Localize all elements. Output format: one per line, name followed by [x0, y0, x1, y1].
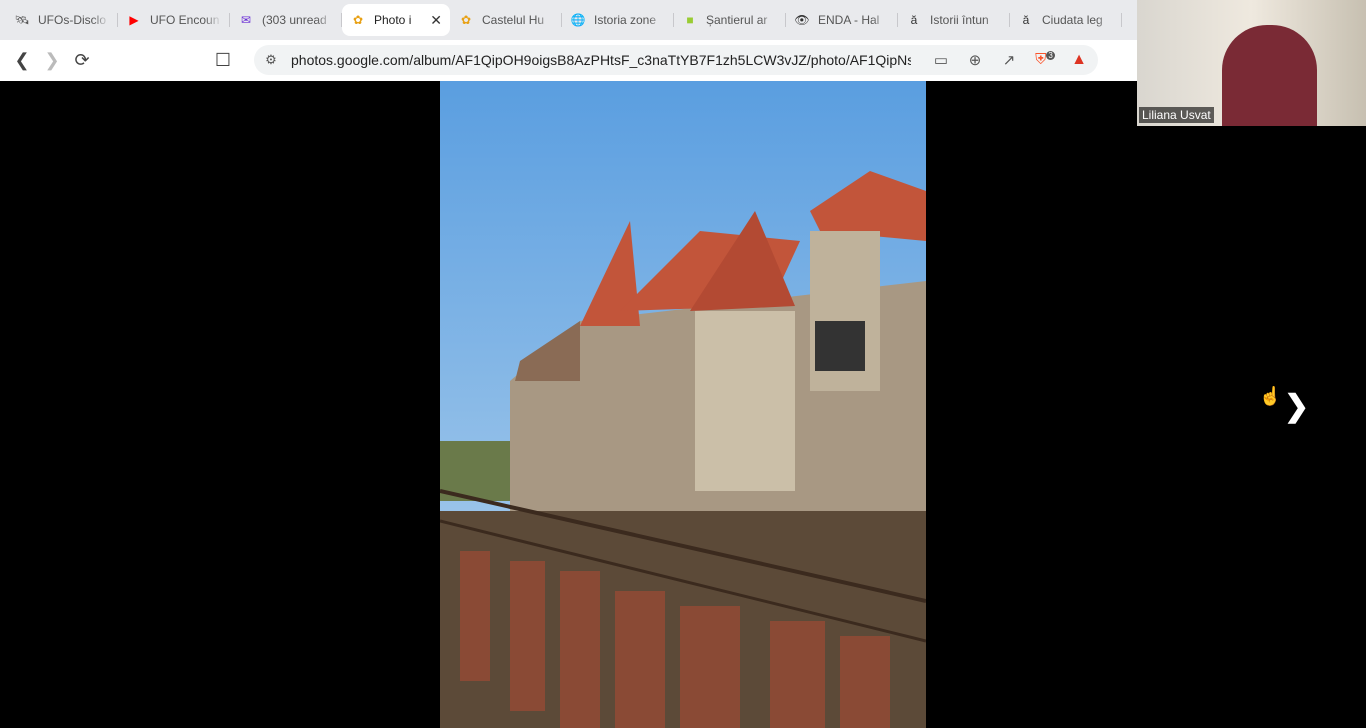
google-photos-icon: ✿	[460, 13, 472, 27]
close-tab-icon[interactable]: ✕	[430, 12, 442, 29]
satellite-icon: 🛰	[14, 13, 30, 27]
globe-icon: 🌐	[570, 13, 586, 27]
photo-viewer: ☝ ❯	[0, 81, 1366, 728]
tab[interactable]: 🛰 UFOs-Disclo	[6, 4, 118, 36]
tab-label: Șantierul ar	[706, 13, 768, 27]
next-photo-button[interactable]: ❯	[1284, 389, 1309, 424]
back-button[interactable]: ❮	[7, 46, 37, 76]
tab-label: (303 unread	[262, 13, 327, 27]
brave-rewards-icon[interactable]: ▲	[1068, 51, 1090, 71]
url-text[interactable]: photos.google.com/album/AF1QipOH9oigsB8A…	[291, 52, 911, 68]
share-icon[interactable]: ↗	[998, 51, 1020, 71]
google-photos-icon: ✿	[352, 13, 364, 27]
mail-icon: ✉	[240, 13, 252, 27]
forward-button[interactable]: ❯	[37, 46, 67, 76]
tab-label: Istorii întun	[930, 13, 989, 27]
tab-label: UFOs-Disclo	[38, 13, 106, 27]
tab[interactable]: ✿ Castelul Hu	[450, 4, 562, 36]
tab[interactable]: ă Istorii întun	[898, 4, 1010, 36]
hand-cursor-icon: ☝	[1259, 386, 1282, 406]
tab-label: Ciudata leg	[1042, 13, 1103, 27]
tab-label: Photo i	[374, 13, 412, 27]
participant-name: Liliana Usvat	[1139, 107, 1214, 123]
site-icon: ■	[686, 13, 694, 27]
shields-badge: 3	[1046, 51, 1055, 60]
a-icon: ă	[1022, 13, 1030, 27]
brave-shields-icon[interactable]: ⛨ 3	[1034, 51, 1056, 71]
tab[interactable]: ▶ UFO Encoun	[118, 4, 230, 36]
youtube-icon: ▶	[129, 13, 139, 27]
install-app-icon[interactable]: ▭	[930, 51, 952, 71]
a-icon: ă	[910, 13, 918, 27]
tab[interactable]: 👁 ENDA - Hal	[786, 4, 898, 36]
tab[interactable]: ✿ Photo i ✕	[342, 4, 450, 36]
tab-label: UFO Encoun	[150, 13, 220, 27]
eye-icon: 👁	[794, 13, 810, 27]
reload-button[interactable]: ⟳	[67, 46, 97, 76]
tab[interactable]: ✉ (303 unread	[230, 4, 342, 36]
tab-label: Castelul Hu	[482, 13, 545, 27]
zoom-icon[interactable]: ⊕	[964, 51, 986, 71]
site-settings-icon[interactable]: ⚙	[256, 52, 286, 68]
video-call-overlay: Liliana Usvat	[1137, 0, 1366, 126]
bookmark-icon[interactable]: ☐	[208, 46, 238, 76]
castle-photo	[440, 81, 926, 728]
tab[interactable]: ă Ciudata leg	[1010, 4, 1122, 36]
tab[interactable]: ■ Șantierul ar	[674, 4, 786, 36]
address-bar[interactable]: ⚙ photos.google.com/album/AF1QipOH9oigsB…	[254, 45, 1098, 75]
participant-avatar	[1222, 25, 1317, 126]
tab-label: ENDA - Hal	[818, 13, 880, 27]
tab-label: Istoria zone	[594, 13, 657, 27]
tab[interactable]: 🌐 Istoria zone	[562, 4, 674, 36]
